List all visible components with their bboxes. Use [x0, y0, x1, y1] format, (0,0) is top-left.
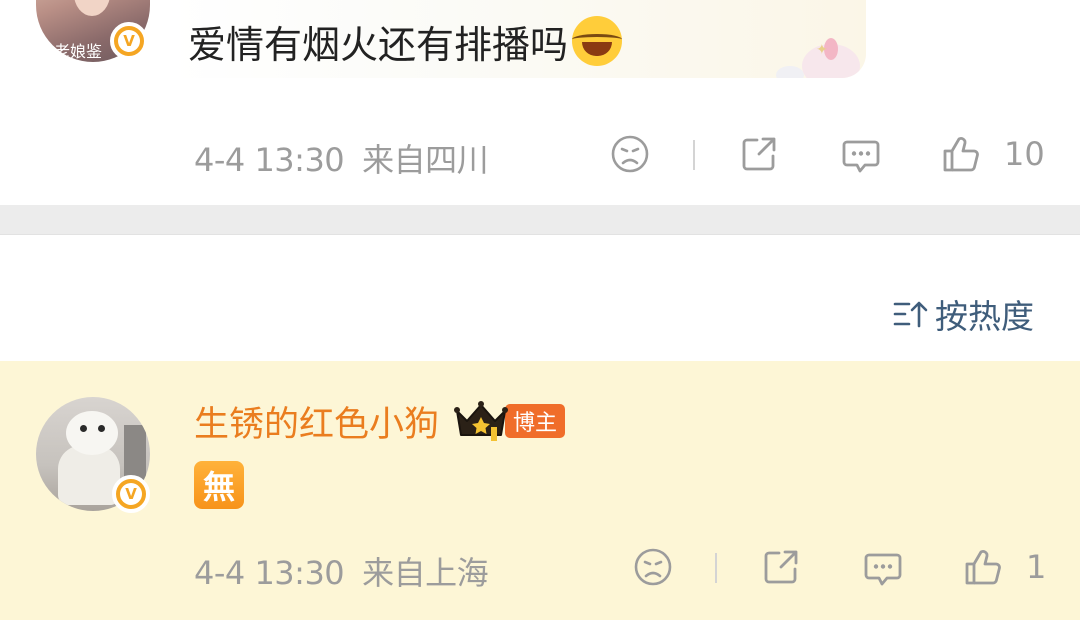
- avatar-face: [74, 0, 110, 16]
- decoration-star: ✦: [816, 42, 828, 58]
- section-divider: [0, 205, 1080, 235]
- dislike-face-icon[interactable]: [631, 545, 675, 589]
- avatar-tag: 老娘鉴: [54, 42, 103, 61]
- comment-icon[interactable]: [861, 545, 905, 589]
- bubble-decoration-icon: ✦: [772, 38, 862, 78]
- comment-content: 無: [194, 461, 244, 509]
- weibo-comments-page: 老娘鉴 V 爱情有烟火还有排播吗 ✦ 4-4 13:30 来自四川 10 按热度…: [0, 0, 1080, 620]
- comment-author-name[interactable]: 生锈的红色小狗: [194, 396, 439, 447]
- like-thumb-icon[interactable]: [940, 132, 984, 176]
- post-action-bar: 4-4 13:30 来自四川 10: [0, 130, 1080, 180]
- post-meta: 4-4 13:30 来自四川: [194, 135, 489, 181]
- post-like-count: 10: [1004, 135, 1045, 173]
- comment-avatar[interactable]: V: [36, 397, 150, 513]
- sort-icon: [893, 301, 928, 328]
- comment-header: 生锈的红色小狗 博主: [194, 396, 566, 447]
- post-avatar[interactable]: 老娘鉴 V: [36, 0, 150, 62]
- crown-icon: [453, 399, 509, 443]
- comment-item: V 生锈的红色小狗 博主 無 4-4 13:30 来自上海 1: [0, 361, 1080, 620]
- host-badge: 博主: [505, 404, 566, 438]
- avatar-ferret-head: [66, 411, 118, 455]
- laughing-tears-emoji-icon: [572, 16, 623, 66]
- decoration-cloud: [776, 66, 804, 78]
- comment-time: 4-4 13:30: [194, 554, 345, 592]
- comment-location: 来自上海: [362, 554, 489, 592]
- sort-by-hot-button[interactable]: 按热度: [893, 294, 1034, 336]
- post-bubble: 爱情有烟火还有排播吗 ✦: [170, 0, 866, 78]
- comment-like-count: 1: [1026, 548, 1047, 586]
- divider: [715, 553, 717, 583]
- post-text: 爱情有烟火还有排播吗: [188, 23, 569, 67]
- share-icon[interactable]: [737, 132, 781, 176]
- post-text-line: 爱情有烟火还有排播吗: [188, 14, 623, 69]
- comment-action-bar: 4-4 13:30 来自上海 1: [0, 543, 1080, 593]
- comment-icon[interactable]: [839, 132, 883, 176]
- verified-badge-label: V: [123, 32, 135, 50]
- avatar-eye: [80, 425, 87, 432]
- verified-badge-label: V: [125, 485, 137, 503]
- comment-meta: 4-4 13:30 来自上海: [194, 548, 489, 594]
- like-thumb-icon[interactable]: [962, 545, 1006, 589]
- sort-bar: 按热度: [0, 236, 1080, 361]
- sort-label: 按热度: [935, 297, 1034, 336]
- avatar-eye: [98, 425, 105, 432]
- post-card: 老娘鉴 V 爱情有烟火还有排播吗 ✦ 4-4 13:30 来自四川 10: [0, 0, 1080, 205]
- share-icon[interactable]: [759, 545, 803, 589]
- post-location: 来自四川: [362, 141, 489, 179]
- post-time: 4-4 13:30: [194, 141, 345, 179]
- dislike-face-icon[interactable]: [608, 132, 652, 176]
- divider: [693, 140, 695, 170]
- verified-badge-icon: V: [110, 22, 148, 60]
- verified-badge-icon: V: [112, 475, 150, 513]
